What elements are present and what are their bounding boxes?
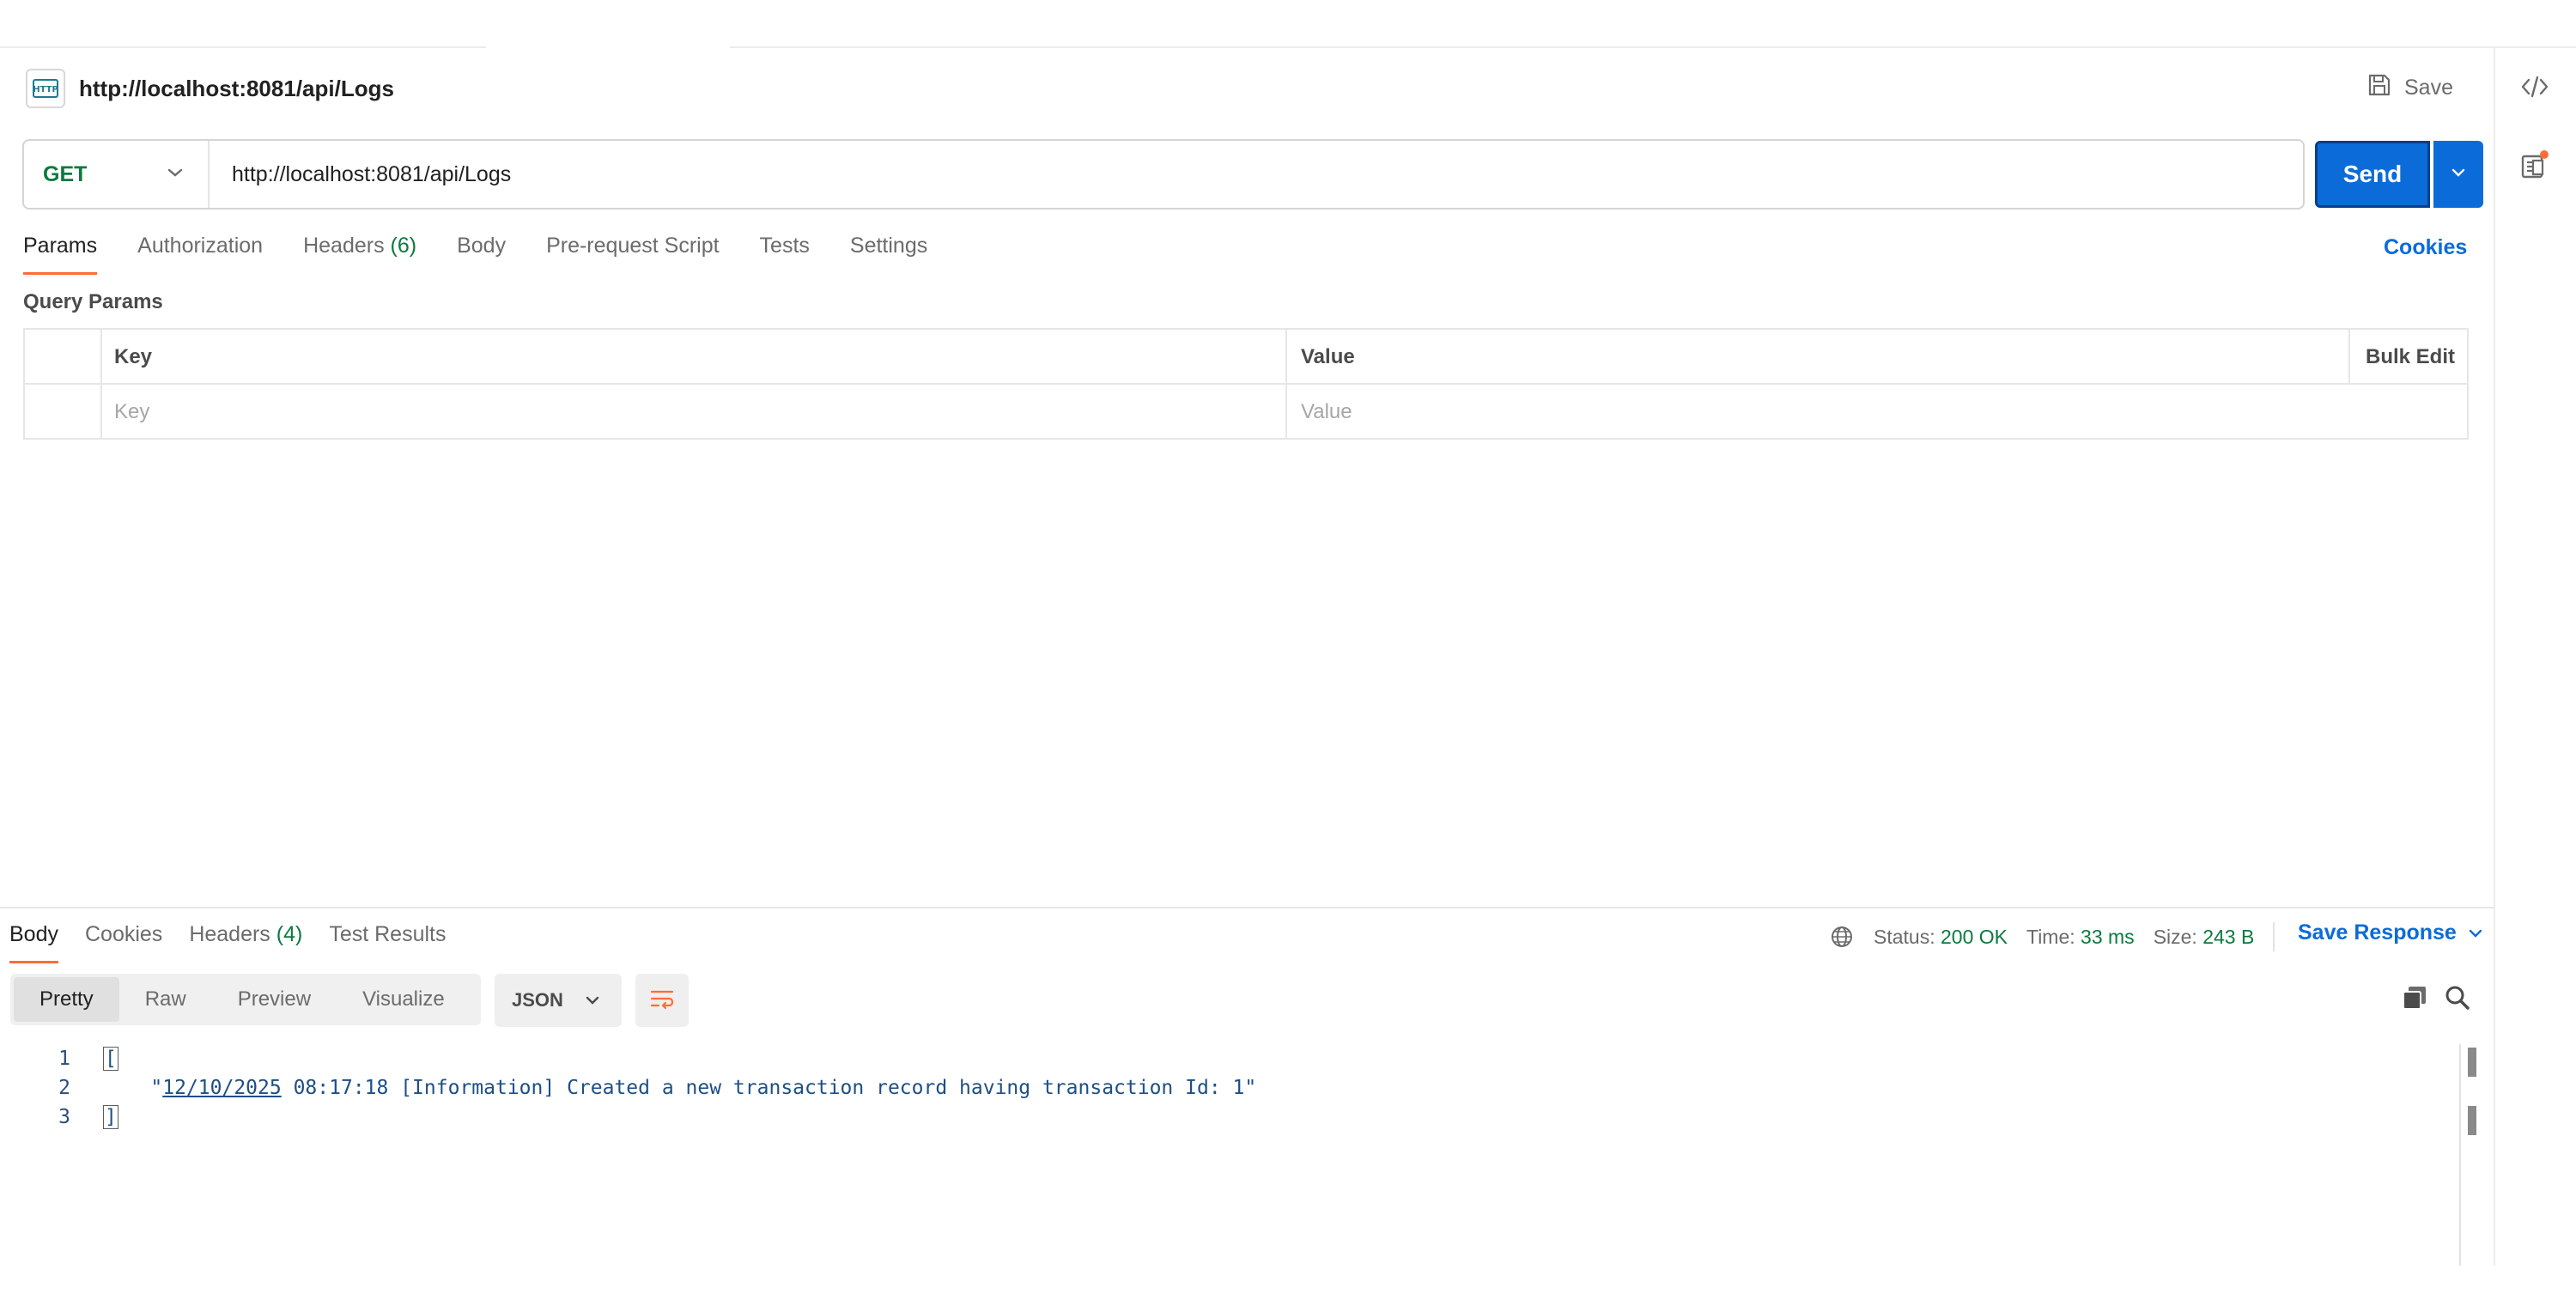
tab-response-headers[interactable]: Headers (4) [189,922,302,963]
code-scrollbar[interactable] [2459,1044,2461,1266]
view-mode-switcher: Pretty Raw Preview Visualize [10,974,481,1025]
status-value: 200 OK [1941,925,2008,948]
response-headers-count: (4) [276,922,303,946]
chevron-down-icon [584,989,601,1011]
mode-raw[interactable]: Raw [119,977,212,1022]
mode-pretty[interactable]: Pretty [14,977,119,1022]
line-number: 1 [58,1048,70,1070]
close-bracket: ] [103,1105,118,1129]
line-text: [ [103,1047,118,1071]
line-text: ] [103,1105,118,1129]
chevron-down-icon [2467,920,2484,945]
tab-test-results[interactable]: Test Results [329,922,446,963]
size-value: 243 B [2202,925,2255,948]
wrap-lines-button[interactable] [635,974,689,1027]
tab-body[interactable]: Body [457,234,506,275]
status-divider [2273,922,2275,951]
cookies-link[interactable]: Cookies [2384,235,2467,260]
time-label: Time: [2026,925,2075,948]
query-params-title: Query Params [23,290,163,313]
top-tab-strip [0,0,2576,48]
save-icon [2366,72,2392,104]
tab-response-headers-label: Headers [189,922,270,946]
line-number: 3 [58,1106,70,1128]
bulk-edit-button[interactable]: Bulk Edit [2366,330,2455,385]
code-snippet-icon[interactable] [2512,64,2558,110]
save-response-button[interactable]: Save Response [2298,920,2484,945]
send-button[interactable]: Send [2315,141,2430,208]
query-params-table: Key Value Bulk Edit Key Value [23,328,2469,440]
copy-icon[interactable] [2401,984,2428,1016]
save-label: Save [2404,75,2453,100]
search-icon[interactable] [2444,984,2471,1016]
size-label: Size: [2153,925,2197,948]
format-select[interactable]: JSON [495,974,622,1027]
wrap-lines-icon [648,987,676,1015]
method-select[interactable]: GET [24,141,210,208]
documentation-icon[interactable] [2512,143,2558,189]
status-label: Status: [1874,925,1935,948]
http-request-icon: HTTP [26,69,65,108]
line-number: 2 [58,1077,70,1099]
table-header-row: Key Value Bulk Edit [25,330,2467,385]
time-value: 33 ms [2081,925,2135,948]
code-line: 2 "12/10/2025 08:17:18 [Information] Cre… [0,1073,2459,1103]
tab-response-body[interactable]: Body [9,922,58,963]
string-indent: " [103,1077,163,1099]
right-sidebar [2494,48,2576,1266]
column-header-key: Key [114,345,153,368]
response-status-bar: Status: 200 OK Time: 33 ms Size: 243 B [1829,922,2275,951]
line-text: "12/10/2025 08:17:18 [Information] Creat… [103,1077,1256,1099]
url-bar: GET http://localhost:8081/api/Logs [22,139,2305,210]
date-link[interactable]: 12/10/2025 [162,1077,281,1099]
tab-params[interactable]: Params [23,234,98,275]
tab-headers-label: Headers [303,234,385,258]
tab-response-cookies[interactable]: Cookies [85,922,162,963]
mode-preview[interactable]: Preview [212,977,337,1022]
chevron-down-icon [166,167,185,183]
status-info[interactable]: Status: 200 OK [1874,926,2008,949]
format-label: JSON [512,989,563,1011]
save-response-label: Save Response [2298,920,2457,945]
mode-visualize[interactable]: Visualize [337,977,471,1022]
active-request-tab[interactable] [486,0,730,48]
open-bracket: [ [103,1047,118,1071]
tab-settings[interactable]: Settings [850,234,927,275]
size-info[interactable]: Size: 243 B [2154,926,2255,949]
code-line: 3 ] [0,1103,2459,1132]
scrollbar-marker [2468,1106,2476,1135]
tab-authorization[interactable]: Authorization [137,234,263,275]
method-label: GET [43,161,88,186]
scrollbar-marker [2468,1048,2476,1077]
request-tabs: Params Authorization Headers (6) Body Pr… [23,234,968,275]
time-info[interactable]: Time: 33 ms [2026,926,2135,949]
value-input[interactable]: Value [1301,385,2460,440]
code-line: 1 [ [0,1044,2459,1073]
tab-tests[interactable]: Tests [760,234,810,275]
table-row: Key Value [25,385,2467,440]
column-header-value: Value [1301,345,1355,368]
url-input[interactable]: http://localhost:8081/api/Logs [210,162,511,187]
headers-count: (6) [390,234,417,258]
key-input[interactable]: Key [114,385,1291,440]
tab-headers[interactable]: Headers (6) [303,234,416,275]
send-options-button[interactable] [2433,141,2483,208]
svg-text:HTTP: HTTP [33,85,58,94]
globe-icon[interactable] [1829,924,1855,950]
string-rest: 08:17:18 [Information] Created a new tra… [281,1077,1257,1099]
tab-prerequest-script[interactable]: Pre-request Script [546,234,719,275]
response-tabs: Body Cookies Headers (4) Test Results [9,922,473,963]
response-divider[interactable] [0,907,2494,908]
chevron-down-icon [2450,167,2467,183]
request-title[interactable]: http://localhost:8081/api/Logs [79,76,394,102]
save-button[interactable]: Save [2366,70,2453,105]
